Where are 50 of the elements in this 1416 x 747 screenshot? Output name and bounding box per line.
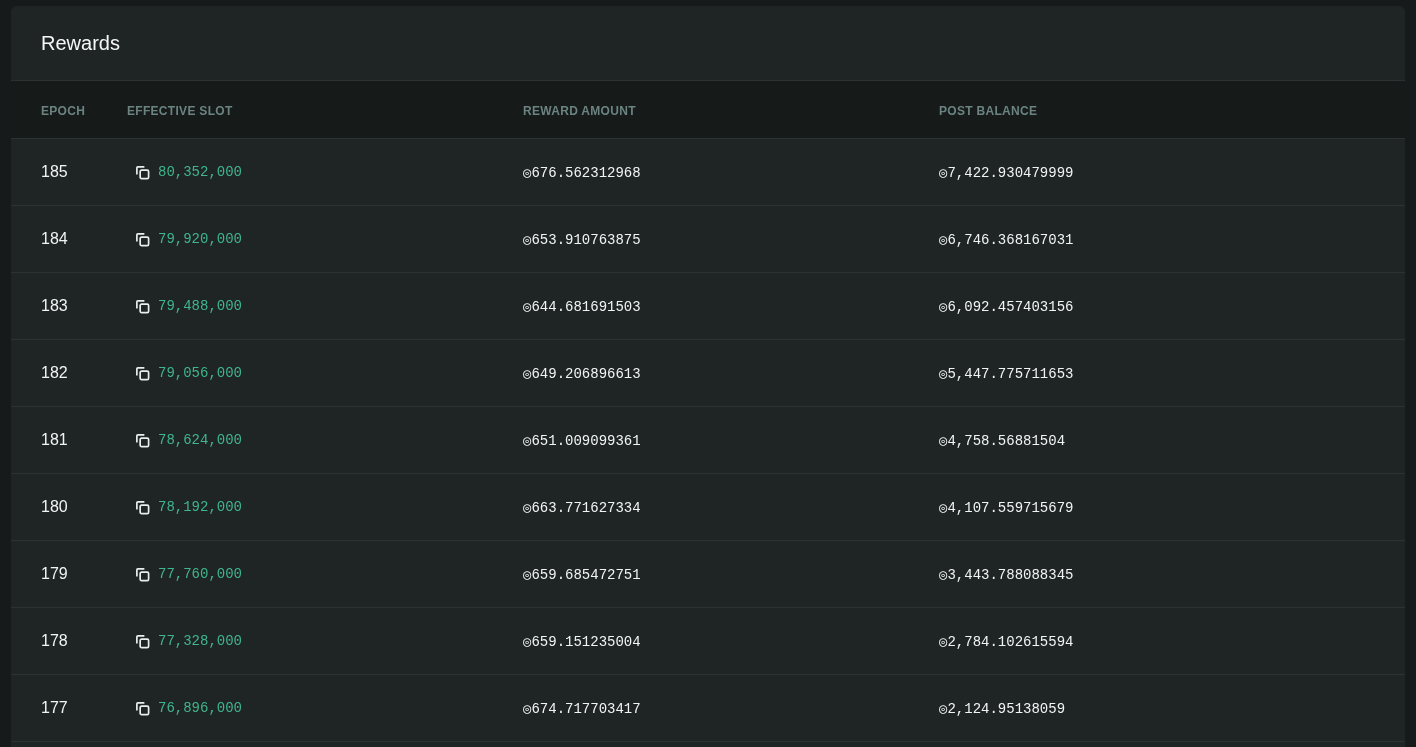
reward-amount-cell: ◎659.151235004 [523,634,641,650]
slot-link[interactable]: 78,624,000 [158,429,242,451]
slot-link[interactable]: 79,488,000 [158,295,242,317]
copy-icon[interactable] [135,700,150,716]
slot-link[interactable]: 79,056,000 [158,362,242,384]
reward-amount-cell: ◎649.206896613 [523,366,641,382]
post-balance-cell: ◎4,758.56881504 [939,433,1066,449]
column-header: POST BALANCE [939,103,1038,118]
epoch-cell: 180 [41,498,68,515]
copy-icon[interactable] [135,432,150,448]
epoch-cell: 182 [41,364,68,381]
epoch-cell: 185 [41,163,68,180]
copy-icon[interactable] [135,365,150,381]
reward-amount-cell: ◎663.771627334 [523,500,641,516]
slot-link[interactable]: 78,192,000 [158,496,242,518]
reward-amount-cell: ◎651.009099361 [523,433,641,449]
column-header: REWARD AMOUNT [523,103,636,118]
epoch-cell: 179 [41,565,68,582]
post-balance-cell: ◎6,092.457403156 [939,299,1074,315]
epoch-cell: 177 [41,699,68,716]
slot-link[interactable]: 79,920,000 [158,228,242,250]
post-balance-cell: ◎6,746.368167031 [939,232,1074,248]
column-header: EFFECTIVE SLOT [127,103,233,118]
post-balance-cell: ◎2,124.95138059 [939,701,1066,717]
reward-amount-cell: ◎644.681691503 [523,299,641,315]
copy-icon[interactable] [135,231,150,247]
slot-link[interactable]: 77,760,000 [158,563,242,585]
reward-amount-cell: ◎659.685472751 [523,567,641,583]
copy-icon[interactable] [135,633,150,649]
slot-link[interactable]: 77,328,000 [158,630,242,652]
column-header: EPOCH [41,103,86,118]
epoch-cell: 184 [41,230,68,247]
post-balance-cell: ◎2,784.102615594 [939,634,1074,650]
reward-amount-cell: ◎653.910763875 [523,232,641,248]
epoch-cell: 183 [41,297,68,314]
slot-link[interactable]: 76,896,000 [158,697,242,719]
copy-icon[interactable] [135,499,150,515]
post-balance-cell: ◎5,447.775711653 [939,366,1074,382]
slot-link[interactable]: 80,352,000 [158,161,242,183]
epoch-cell: 178 [41,632,68,649]
copy-icon[interactable] [135,298,150,314]
copy-icon[interactable] [135,164,150,180]
reward-amount-cell: ◎674.717703417 [523,701,641,717]
post-balance-cell: ◎3,443.788088345 [939,567,1074,583]
reward-amount-cell: ◎676.562312968 [523,165,641,181]
epoch-cell: 181 [41,431,68,448]
copy-icon[interactable] [135,566,150,582]
post-balance-cell: ◎7,422.930479999 [939,165,1074,181]
card-title: Rewards [41,31,120,56]
post-balance-cell: ◎4,107.559715679 [939,500,1074,516]
